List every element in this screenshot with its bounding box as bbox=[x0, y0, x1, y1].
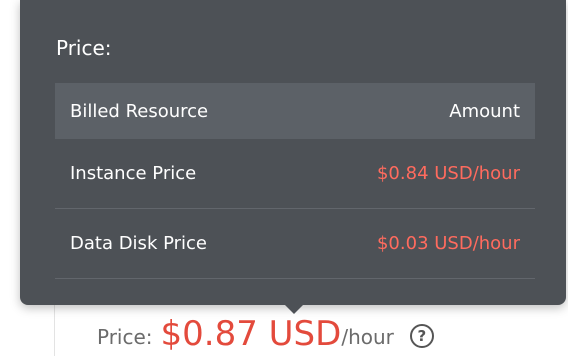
data-disk-price-label: Data Disk Price bbox=[70, 233, 207, 254]
price-breakdown-table: Billed Resource Amount Instance Price $0… bbox=[55, 83, 535, 279]
table-header-row: Billed Resource Amount bbox=[55, 83, 535, 139]
price-tooltip: Price: Billed Resource Amount Instance P… bbox=[20, 0, 566, 305]
price-summary: Price: $0.87 USD /hour ? bbox=[97, 308, 434, 356]
column-header-amount: Amount bbox=[449, 100, 520, 122]
question-circle-icon[interactable]: ? bbox=[409, 324, 434, 348]
column-header-billed-resource: Billed Resource bbox=[70, 100, 209, 122]
instance-price-label: Instance Price bbox=[70, 163, 197, 184]
panel-border bbox=[54, 300, 55, 356]
instance-price-amount: $0.84 USD/hour bbox=[376, 163, 520, 184]
price-unit: /hour bbox=[341, 325, 394, 349]
price-label: Price: bbox=[97, 325, 153, 349]
page: Price: Billed Resource Amount Instance P… bbox=[0, 0, 568, 356]
total-price-value: $0.87 USD bbox=[160, 314, 342, 354]
table-row: Data Disk Price $0.03 USD/hour bbox=[55, 209, 535, 279]
data-disk-price-amount: $0.03 USD/hour bbox=[376, 233, 520, 254]
table-row: Instance Price $0.84 USD/hour bbox=[55, 139, 535, 209]
tooltip-title: Price: bbox=[56, 36, 112, 60]
